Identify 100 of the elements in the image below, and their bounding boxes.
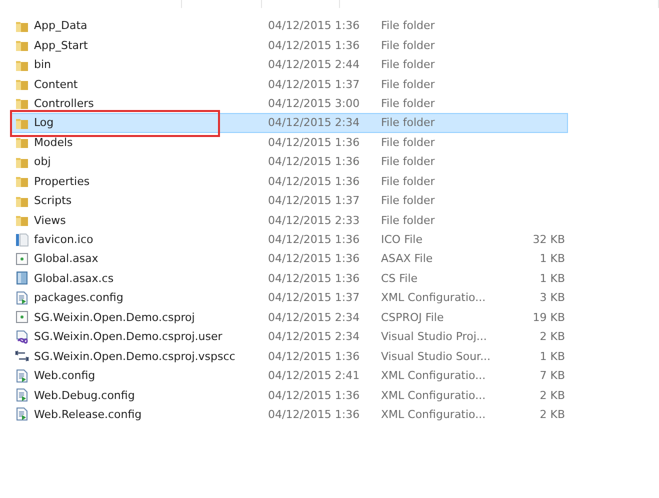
file-row[interactable]: Properties 04/12/2015 1:36 File folder — [10, 172, 568, 191]
file-row[interactable]: favicon.ico 04/12/2015 1:36 ICO File 32 KB — [10, 230, 568, 250]
file-name: Views — [34, 214, 66, 227]
file-name: Content — [34, 78, 78, 91]
file-name: SG.Weixin.Open.Demo.csproj — [34, 310, 195, 324]
file-row[interactable]: Models 04/12/2015 1:36 File folder — [10, 132, 568, 152]
file-type: CSPROJ File — [381, 310, 444, 324]
document-icon — [15, 271, 29, 286]
file-name: Web.Release.config — [34, 408, 142, 421]
file-name: Global.asax.cs — [34, 272, 114, 285]
file-name: SG.Weixin.Open.Demo.csproj.vspscc — [34, 350, 236, 363]
file-name: Models — [34, 136, 73, 149]
file-name: favicon.ico — [34, 233, 94, 246]
file-type: File folder — [381, 155, 435, 168]
date-modified: 04/12/2015 2:34 — [268, 330, 360, 344]
date-modified: 04/12/2015 1:36 — [268, 272, 360, 285]
folder-icon — [15, 38, 29, 52]
date-modified: 04/12/2015 2:34 — [268, 116, 360, 130]
file-row[interactable]: bin 04/12/2015 2:44 File folder — [10, 54, 568, 74]
file-type: ICO File — [381, 233, 422, 246]
file-type: File folder — [381, 58, 435, 72]
file-row[interactable]: App_Data 04/12/2015 1:36 File folder — [10, 16, 568, 36]
document-icon — [15, 388, 29, 402]
file-row[interactable]: SG.Weixin.Open.Demo.csproj.user 04/12/2015 2:34 Visual Studio Proj... 2 KB — [10, 327, 568, 346]
file-row[interactable]: Web.Release.config 04/12/2015 1:36 XML Configuratio... 2 KB — [10, 404, 568, 424]
file-name: Scripts — [34, 194, 72, 208]
file-type: File folder — [381, 78, 435, 91]
date-modified: 04/12/2015 1:36 — [268, 350, 360, 363]
date-modified: 04/12/2015 1:36 — [268, 155, 360, 168]
file-row[interactable]: Web.Debug.config 04/12/2015 1:36 XML Configuratio... 2 KB — [10, 385, 568, 405]
file-row[interactable]: Global.asax 04/12/2015 1:36 ASAX File 1 KB — [10, 249, 568, 269]
date-modified: 04/12/2015 1:36 — [268, 38, 360, 52]
document-icon — [15, 290, 29, 305]
date-modified: 04/12/2015 2:34 — [268, 310, 360, 324]
date-modified: 04/12/2015 1:36 — [268, 388, 360, 402]
file-type: XML Configuratio... — [381, 369, 486, 382]
file-row[interactable]: SG.Weixin.Open.Demo.csproj 04/12/2015 2:34 CSPROJ File 19 KB — [10, 308, 568, 327]
folder-icon — [15, 96, 29, 110]
file-size: 1 KB — [540, 350, 565, 363]
file-name: packages.config — [34, 291, 124, 304]
file-row[interactable]: Content 04/12/2015 1:37 File folder — [10, 74, 568, 94]
folder-icon — [15, 77, 29, 92]
file-type: File folder — [381, 38, 435, 52]
file-type: File folder — [381, 194, 435, 208]
file-type: File folder — [381, 19, 435, 32]
date-modified: 04/12/2015 1:36 — [268, 174, 360, 188]
date-modified: 04/12/2015 2:33 — [268, 214, 360, 227]
file-type: File folder — [381, 116, 435, 130]
file-type: XML Configuratio... — [381, 408, 486, 421]
file-name: bin — [34, 58, 52, 72]
file-row[interactable]: Global.asax.cs 04/12/2015 1:36 CS File 1 KB — [10, 268, 568, 288]
file-size: 2 KB — [540, 408, 565, 421]
file-type: XML Configuratio... — [381, 291, 486, 304]
file-row[interactable]: Log 04/12/2015 2:34 File folder — [10, 113, 568, 133]
file-row[interactable]: Views 04/12/2015 2:33 File folder — [10, 210, 568, 230]
date-modified: 04/12/2015 1:37 — [268, 78, 360, 91]
document-icon — [15, 330, 29, 344]
file-name: Log — [34, 116, 54, 130]
document-icon — [15, 310, 29, 324]
file-type: XML Configuratio... — [381, 388, 486, 402]
document-icon — [15, 368, 29, 383]
folder-icon — [15, 135, 29, 150]
file-type: CS File — [381, 272, 418, 285]
date-modified: 04/12/2015 2:41 — [268, 369, 360, 382]
date-modified: 04/12/2015 1:37 — [268, 194, 360, 208]
file-row[interactable]: obj 04/12/2015 1:36 File folder — [10, 152, 568, 172]
file-name: SG.Weixin.Open.Demo.csproj.user — [34, 330, 222, 344]
file-size: 2 KB — [540, 388, 565, 402]
arrows-icon — [15, 349, 29, 364]
file-row[interactable]: Scripts 04/12/2015 1:37 File folder — [10, 190, 568, 210]
file-type: File folder — [381, 96, 435, 110]
file-name: Web.config — [34, 369, 96, 382]
document-icon — [15, 252, 29, 266]
document-icon — [15, 407, 29, 422]
file-size: 1 KB — [540, 252, 565, 266]
file-type: Visual Studio Proj... — [381, 330, 487, 344]
date-modified: 04/12/2015 1:36 — [268, 408, 360, 421]
file-name: Controllers — [34, 96, 94, 110]
file-type: File folder — [381, 174, 435, 188]
file-size: 1 KB — [540, 272, 565, 285]
file-row[interactable]: SG.Weixin.Open.Demo.csproj.vspscc 04/12/2015 1:36 Visual Studio Sour... 1 KB — [10, 346, 568, 366]
file-name: obj — [34, 155, 51, 168]
date-modified: 04/12/2015 3:00 — [268, 96, 360, 110]
file-name: Web.Debug.config — [34, 388, 135, 402]
file-row[interactable]: Controllers 04/12/2015 3:00 File folder — [10, 94, 568, 114]
date-modified: 04/12/2015 1:36 — [268, 136, 360, 149]
file-name: App_Start — [34, 38, 88, 52]
file-icon — [15, 232, 29, 247]
date-modified: 04/12/2015 1:37 — [268, 291, 360, 304]
file-name: Global.asax — [34, 252, 98, 266]
file-type: File folder — [381, 214, 435, 227]
file-row[interactable]: packages.config 04/12/2015 1:37 XML Configuratio... 3 KB — [10, 288, 568, 308]
file-row[interactable]: App_Start 04/12/2015 1:36 File folder — [10, 35, 568, 55]
file-row[interactable]: Web.config 04/12/2015 2:41 XML Configuratio... 7 KB — [10, 366, 568, 386]
date-modified: 04/12/2015 1:36 — [268, 233, 360, 246]
file-type: Visual Studio Sour... — [381, 350, 491, 363]
file-type: File folder — [381, 136, 435, 149]
file-size: 7 KB — [540, 369, 565, 382]
date-modified: 04/12/2015 1:36 — [268, 252, 360, 266]
file-size: 3 KB — [540, 291, 565, 304]
